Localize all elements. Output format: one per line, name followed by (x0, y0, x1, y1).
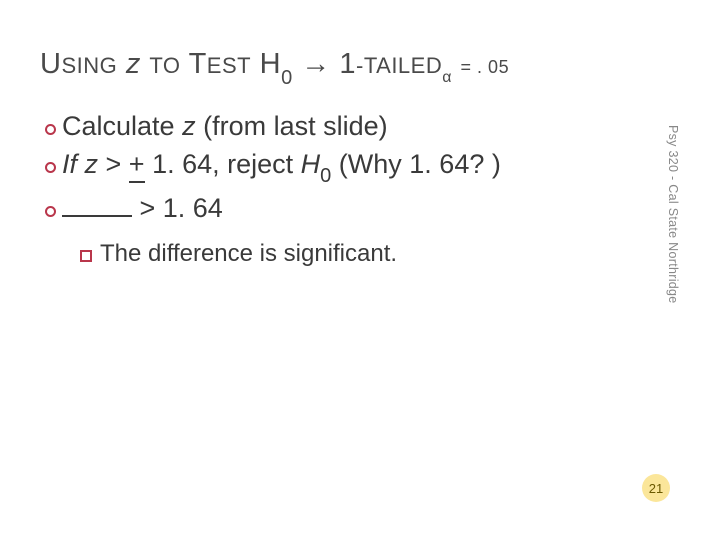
title-tailed-cap: T (364, 53, 376, 78)
title-one: 1 (339, 48, 356, 80)
title-tailed-rest: AILED (376, 53, 442, 78)
title-test-rest: EST (207, 53, 251, 78)
title-z: z (126, 48, 141, 80)
bullet1-text-b: (from last slide) (196, 111, 388, 141)
bullet2-H: H (301, 149, 321, 179)
side-course-label: Psy 320 - Cal State Northridge (666, 125, 680, 304)
bullet2-H-sub: 0 (320, 165, 331, 187)
page-number: 21 (649, 481, 663, 496)
content-area: Calculate z (from last slide) If z > + 1… (45, 108, 640, 268)
title-arrow: → (301, 48, 339, 80)
title-H-sub: 0 (281, 67, 293, 89)
bullet2-why: (Why 1. 64? ) (331, 149, 501, 179)
slide-title: USING z TO TEST H0 → 1-TAILEDα = . 05 (40, 48, 660, 86)
bullet1-z: z (182, 111, 196, 141)
bullet2-z: z (85, 149, 99, 179)
bullet2-num: 1. 64, reject (145, 149, 301, 179)
bullet1-text-a: Calculate (62, 111, 182, 141)
bullet-calculate: Calculate z (from last slide) (45, 108, 640, 144)
bullet-if-reject: If z > + 1. 64, reject H0 (Why 1. 64? ) (45, 146, 640, 187)
title-H: H (260, 48, 281, 80)
bullet-blank-gt: > 1. 64 (45, 190, 640, 226)
bullet2-plusminus: + (129, 146, 145, 182)
title-test-cap: T (189, 48, 207, 80)
bullet-ring-icon (45, 206, 56, 217)
title-alpha: α (442, 69, 452, 86)
sub-bullet-significant: The difference is significant. (80, 240, 640, 268)
bullet2-gt: > (98, 149, 129, 179)
title-word1-cap: U (40, 48, 61, 80)
page-number-badge: 21 (642, 474, 670, 502)
blank-line (62, 191, 132, 217)
slide: USING z TO TEST H0 → 1-TAILEDα = . 05 Ca… (0, 0, 720, 540)
bullet-ring-icon (45, 124, 56, 135)
bullet-square-icon (80, 250, 92, 262)
bullet3-gt: > 1. 64 (132, 193, 223, 223)
bullet-ring-icon (45, 162, 56, 173)
title-to: TO (149, 53, 180, 78)
title-dash: - (356, 53, 364, 78)
bullet2-if: If (62, 149, 85, 179)
sub-bullet-text: The difference is significant. (100, 240, 397, 267)
title-alpha-eq: = . 05 (461, 57, 510, 77)
title-word1-rest: SING (61, 53, 117, 78)
